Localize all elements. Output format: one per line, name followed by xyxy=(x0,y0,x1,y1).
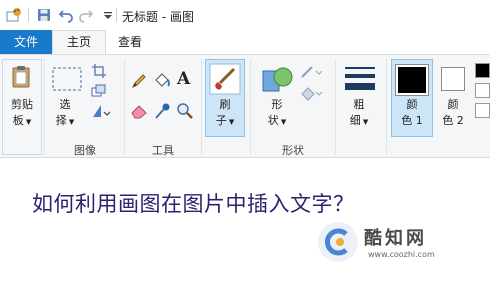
color-picker-icon[interactable] xyxy=(154,102,170,120)
fill-icon[interactable] xyxy=(300,85,324,101)
color1-label-line2: 色 1 xyxy=(401,114,423,127)
title-bar: 无标题 - 画图 xyxy=(0,0,490,30)
customize-dropdown-icon[interactable] xyxy=(100,7,116,23)
chevron-down-icon: ▼ xyxy=(278,118,287,126)
paint-app-icon[interactable] xyxy=(6,7,22,23)
image-group-label: 图像 xyxy=(74,144,96,157)
select-label-line2: 择 ▼ xyxy=(55,114,75,127)
color1-swatch xyxy=(395,64,429,96)
brushes-label-line2: 子 ▼ xyxy=(215,114,235,127)
undo-icon[interactable] xyxy=(58,7,74,23)
eraser-icon[interactable] xyxy=(130,103,148,119)
ribbon: 剪贴 板 ▼ 选 择 ▼ 图像 A 工具 刷 子 ▼ 形 状 ▼ 形状 粗 细 … xyxy=(0,54,490,158)
chevron-down-icon: ▼ xyxy=(23,118,32,126)
save-icon[interactable] xyxy=(36,7,52,23)
select-rectangle-icon[interactable] xyxy=(52,67,82,91)
group-separator xyxy=(335,59,336,155)
fill-bucket-icon[interactable] xyxy=(153,72,171,90)
chevron-down-icon: ▼ xyxy=(66,118,75,126)
coozhi-logo-icon xyxy=(318,222,358,262)
chevron-down-icon: ▼ xyxy=(226,118,235,126)
watermark-name: 酷知网 xyxy=(364,228,427,249)
paste-label-line1: 剪贴 xyxy=(11,98,33,111)
rotate-icon[interactable] xyxy=(91,103,113,119)
select-label-line1: 选 xyxy=(59,98,71,111)
outline-icon[interactable] xyxy=(300,65,324,79)
group-separator xyxy=(250,59,251,155)
size-label-line2: 细 ▼ xyxy=(349,114,369,127)
qat-separator xyxy=(28,8,29,22)
pencil-icon[interactable] xyxy=(131,73,147,89)
color2-label-line2: 色 2 xyxy=(442,114,464,127)
color2-label-line1: 颜 xyxy=(447,98,459,111)
palette-swatch-black[interactable] xyxy=(475,63,490,78)
tab-home[interactable]: 主页 xyxy=(52,30,106,55)
crop-icon[interactable] xyxy=(92,64,106,78)
tools-group-label: 工具 xyxy=(152,144,174,157)
tab-file[interactable]: 文件 xyxy=(0,30,52,54)
resize-icon[interactable] xyxy=(91,84,107,98)
watermark-url: www.coozhi.com xyxy=(368,250,435,259)
chevron-down-icon: ▼ xyxy=(360,118,369,126)
shapes-group-label: 形状 xyxy=(282,144,304,157)
window-title: 无标题 - 画图 xyxy=(122,10,194,24)
color2-swatch[interactable] xyxy=(441,67,465,91)
color1-label-line1: 颜 xyxy=(406,98,418,111)
brushes-label-line1: 刷 xyxy=(219,98,231,111)
shapes-label-line1: 形 xyxy=(271,98,283,111)
redo-icon[interactable] xyxy=(78,7,94,23)
size-label-line1: 粗 xyxy=(353,98,365,111)
clipboard-icon xyxy=(12,66,30,88)
paste-label-line2: 板 ▼ xyxy=(12,114,32,127)
group-separator xyxy=(124,59,125,155)
palette-swatch-white[interactable] xyxy=(475,83,490,98)
group-separator xyxy=(201,59,202,155)
brush-icon xyxy=(209,63,241,95)
shapes-label-line2: 状 ▼ xyxy=(267,114,287,127)
tab-view[interactable]: 查看 xyxy=(106,30,154,54)
magnifier-icon[interactable] xyxy=(176,102,194,120)
text-tool-icon[interactable]: A xyxy=(177,69,190,89)
shapes-icon[interactable] xyxy=(261,65,293,95)
palette-swatch-blank[interactable] xyxy=(475,103,490,118)
ribbon-tab-bar: 文件 主页 查看 xyxy=(0,30,490,55)
qat-separator xyxy=(116,8,117,22)
group-separator xyxy=(386,59,387,155)
line-size-icon[interactable] xyxy=(344,64,376,94)
canvas-text: 如何利用画图在图片中插入文字？ xyxy=(32,192,355,216)
group-separator xyxy=(44,59,45,155)
